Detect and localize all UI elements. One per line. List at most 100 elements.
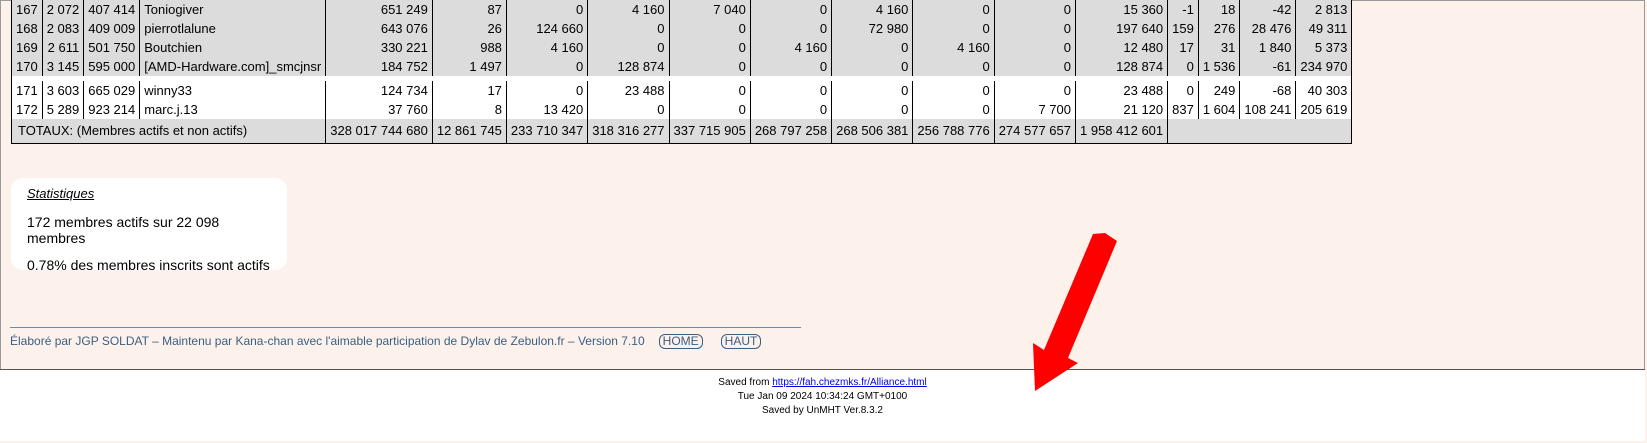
table-cell: 0	[505, 0, 588, 19]
table-cell: 2 083	[41, 19, 84, 38]
stats-table-body: 167 2 072 407 414 Toniogiver 651 249 87 0 4 160…	[10, 0, 1352, 144]
table-cell: 3 603	[41, 81, 84, 100]
table-cell: -42	[1239, 0, 1296, 19]
table-cell: 172	[11, 100, 43, 119]
table-cell: 0	[993, 0, 1076, 19]
table-cell: 4 160	[831, 0, 913, 19]
member-name-cell: pierrotlalune	[139, 19, 326, 38]
table-cell: 988	[431, 38, 507, 57]
table-cell: 1 604	[1197, 100, 1240, 119]
table-cell: 0	[668, 57, 751, 76]
member-name-cell: Toniogiver	[139, 0, 326, 19]
table-cell: 4 160	[749, 38, 832, 57]
table-cell: 168	[11, 19, 43, 38]
table-cell: 7 040	[668, 0, 751, 19]
saved-from-line: Saved from https://fah.chezmks.fr/Allian…	[0, 376, 1645, 390]
active-members-text: 172 membres actifs sur 22 098 membres	[27, 214, 220, 246]
table-cell: 276	[1197, 19, 1240, 38]
saved-info-panel: Saved from https://fah.chezmks.fr/Allian…	[0, 369, 1645, 441]
totals-row: TOTAUX: (Membres actifs et non actifs) 32…	[10, 119, 1352, 144]
table-cell: 8	[431, 100, 507, 119]
table-cell: 124 660	[505, 19, 588, 38]
table-cell: 0	[587, 38, 670, 57]
table-cell: 643 076	[325, 19, 433, 38]
footer-divider	[10, 327, 801, 328]
footer-credit: Élaboré par JGP SOLDAT – Maintenu par Ka…	[10, 334, 762, 349]
table-cell: 0	[831, 100, 913, 119]
table-cell: 26	[431, 19, 507, 38]
table-row: 172 5 289 923 214 marc.j.13 37 760 8 13 420 0 0 0…	[11, 100, 1352, 119]
table-cell: 31	[1197, 38, 1240, 57]
table-cell: 17	[431, 81, 507, 100]
table-cell: 651 249	[325, 0, 433, 19]
active-percent-text: 0.78% des membres inscrits sont actifs	[27, 257, 270, 273]
totals-cell: 268 506 381	[831, 119, 913, 144]
table-cell: 37 760	[325, 100, 433, 119]
table-cell: 197 640	[1074, 19, 1168, 38]
totals-cell: 256 788 776	[912, 119, 995, 144]
table-cell: -1	[1167, 0, 1199, 19]
table-cell: 0	[668, 38, 751, 57]
table-cell: 40 303	[1295, 81, 1352, 100]
table-row: 169 2 611 501 750 Boutchien 330 221 988 4 160 0…	[11, 38, 1352, 57]
table-cell: 205 619	[1295, 100, 1352, 119]
table-cell: 0	[1167, 57, 1199, 76]
table-cell: 7 700	[993, 100, 1076, 119]
table-cell: 0	[749, 0, 832, 19]
saved-date: Tue Jan 09 2024 10:34:24 GMT+0100	[737, 391, 908, 402]
table-cell: -68	[1239, 81, 1296, 100]
table-cell: 330 221	[325, 38, 433, 57]
table-cell: 407 414	[83, 0, 140, 19]
table-cell: 124 734	[325, 81, 433, 100]
table-row: 168 2 083 409 009 pierrotlalune 643 076 26 124…	[11, 19, 1352, 38]
totals-cell: 318 316 277	[587, 119, 670, 144]
table-row: 171 3 603 665 029 winny33 124 734 17 0 23 488 0 0…	[11, 81, 1352, 100]
table-cell: 128 874	[1074, 57, 1168, 76]
table-cell: 0	[912, 0, 995, 19]
table-cell: 128 874	[587, 57, 670, 76]
table-cell: -61	[1239, 57, 1296, 76]
table-cell: 171	[11, 81, 43, 100]
table-cell: 170	[11, 57, 43, 76]
table-cell: 12 480	[1074, 38, 1168, 57]
table-cell: 837	[1167, 100, 1199, 119]
saved-url-link[interactable]: https://fah.chezmks.fr/Alliance.html	[772, 377, 927, 388]
table-cell: 0	[831, 38, 913, 57]
totals-cell: 268 797 258	[749, 119, 832, 144]
table-cell: 0	[912, 19, 995, 38]
totals-cell: 233 710 347	[505, 119, 588, 144]
table-cell: 923 214	[83, 100, 140, 119]
table-cell: 0	[831, 81, 913, 100]
table-cell: 0	[587, 100, 670, 119]
table-cell: 0	[668, 81, 751, 100]
table-cell: 1 497	[431, 57, 507, 76]
table-cell: 2 611	[41, 38, 84, 57]
saved-from-prefix: Saved from	[718, 377, 770, 388]
table-cell: 2 072	[41, 0, 84, 19]
table-cell: 1 536	[1197, 57, 1240, 76]
table-cell: 0	[912, 100, 995, 119]
table-cell: 0	[749, 100, 832, 119]
table-row: 167 2 072 407 414 Toniogiver 651 249 87 0 4 160…	[11, 0, 1352, 19]
totals-cell: 1 958 412 601	[1074, 119, 1168, 144]
table-cell: 72 980	[831, 19, 913, 38]
footer-credit-text: Élaboré par JGP SOLDAT – Maintenu par Ka…	[10, 334, 645, 348]
table-cell: 15 360	[1074, 0, 1168, 19]
table-cell: 595 000	[83, 57, 140, 76]
table-cell: 0	[912, 81, 995, 100]
table-cell: 3 145	[41, 57, 84, 76]
red-arrow-icon	[1033, 233, 1117, 391]
table-cell: 108 241	[1239, 100, 1296, 119]
table-cell: 0	[831, 57, 913, 76]
table-cell: 0	[505, 57, 588, 76]
table-cell: 0	[749, 19, 832, 38]
table-cell: 28 476	[1239, 19, 1296, 38]
top-button[interactable]: HAUT	[720, 334, 762, 349]
home-button[interactable]: HOME	[658, 334, 703, 349]
totals-cell: 12 861 745	[431, 119, 507, 144]
table-cell: 18	[1197, 0, 1240, 19]
table-cell: 2 813	[1295, 0, 1352, 19]
totals-label: TOTAUX: (Membres actifs et non actifs)	[10, 119, 326, 144]
table-cell: 0	[993, 57, 1076, 76]
totals-cell: 337 715 905	[668, 119, 751, 144]
